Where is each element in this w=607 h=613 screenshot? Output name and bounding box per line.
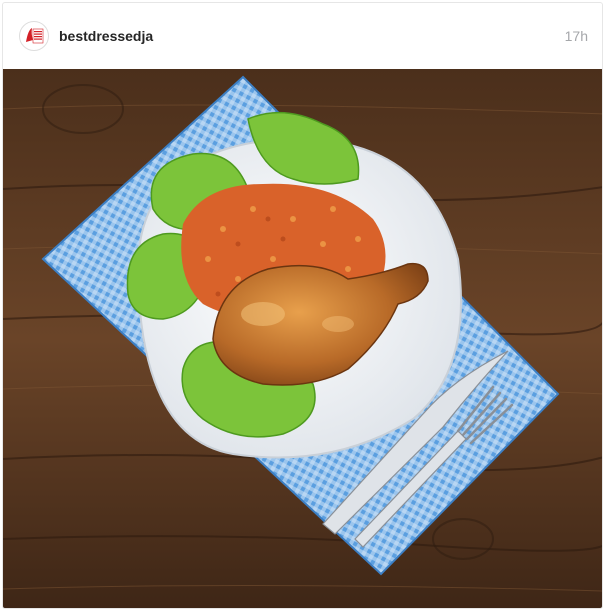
post-card: bestdressedja 17h <box>2 2 603 609</box>
post-header: bestdressedja 17h <box>3 3 602 69</box>
food-photo-image <box>3 69 602 608</box>
post-photo[interactable] <box>3 69 602 608</box>
post-timestamp[interactable]: 17h <box>565 28 588 44</box>
avatar[interactable] <box>19 21 49 51</box>
username-link[interactable]: bestdressedja <box>59 28 153 44</box>
logo-icon <box>21 23 47 49</box>
